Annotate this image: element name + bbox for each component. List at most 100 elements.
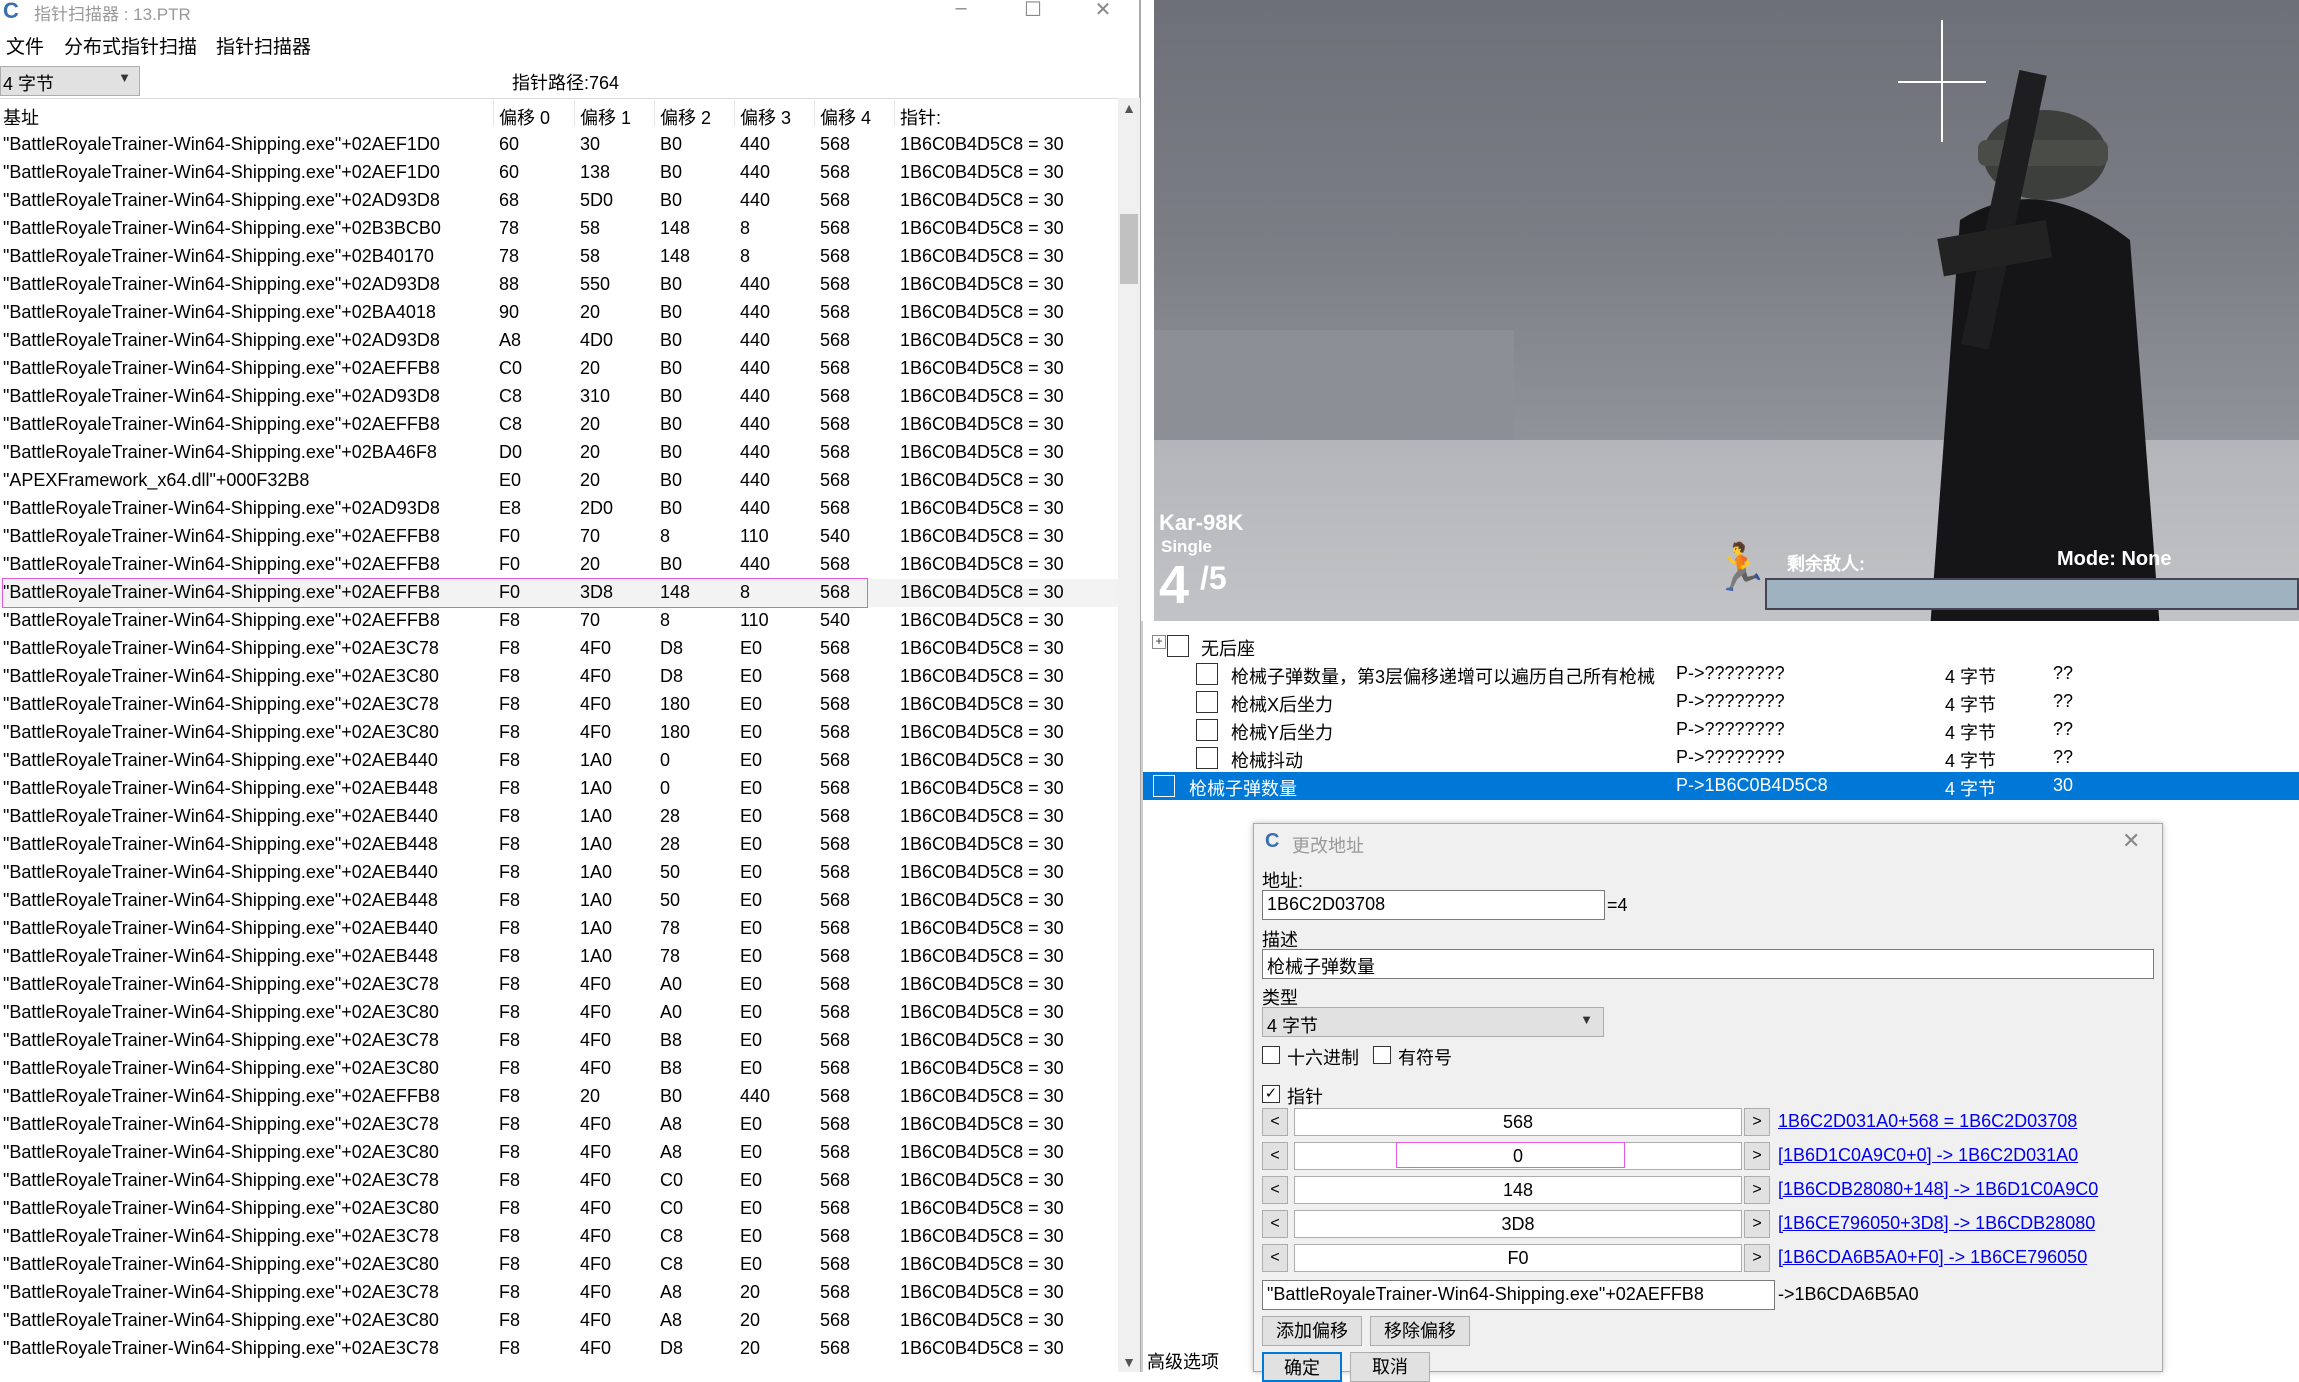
table-row[interactable]: "BattleRoyaleTrainer-Win64-Shipping.exe"… — [0, 1139, 1122, 1167]
table-row[interactable]: "BattleRoyaleTrainer-Win64-Shipping.exe"… — [0, 1083, 1122, 1111]
type-select[interactable]: 4 字节 ▼ — [1262, 1007, 1604, 1037]
entry-checkbox[interactable] — [1153, 775, 1175, 797]
table-row[interactable]: "BattleRoyaleTrainer-Win64-Shipping.exe"… — [0, 1307, 1122, 1335]
add-offset-button[interactable]: 添加偏移 — [1262, 1316, 1362, 1346]
offset-decrease-button[interactable]: < — [1262, 1142, 1288, 1170]
menu-file[interactable]: 文件 — [6, 32, 44, 59]
table-row[interactable]: "BattleRoyaleTrainer-Win64-Shipping.exe"… — [0, 383, 1122, 411]
table-row[interactable]: "BattleRoyaleTrainer-Win64-Shipping.exe"… — [0, 187, 1122, 215]
scrollbar-thumb[interactable] — [1120, 214, 1138, 284]
expand-plus-icon[interactable]: + — [1152, 635, 1166, 649]
menu-distributed-scan[interactable]: 分布式指针扫描 — [64, 32, 197, 59]
table-row[interactable]: "BattleRoyaleTrainer-Win64-Shipping.exe"… — [0, 355, 1122, 383]
offset-resolve-link[interactable]: [1B6D1C0A9C0+0] -> 1B6C2D031A0 — [1778, 1145, 2078, 1166]
offset-resolve-link[interactable]: [1B6CE796050+3D8] -> 1B6CDB28080 — [1778, 1213, 2095, 1234]
column-header[interactable]: 偏移 3 — [740, 104, 791, 130]
cheat-table-row[interactable]: 枪械子弹数量，第3层偏移递增可以遍历自己所有枪械 P->???????? 4 字… — [1143, 660, 2299, 688]
entry-checkbox[interactable] — [1196, 719, 1218, 741]
table-row[interactable]: "BattleRoyaleTrainer-Win64-Shipping.exe"… — [0, 1223, 1122, 1251]
table-row[interactable]: "BattleRoyaleTrainer-Win64-Shipping.exe"… — [0, 859, 1122, 887]
minimize-icon[interactable]: – — [946, 0, 976, 20]
table-row[interactable]: "BattleRoyaleTrainer-Win64-Shipping.exe"… — [0, 887, 1122, 915]
column-header[interactable]: 偏移 2 — [660, 104, 711, 130]
entry-checkbox[interactable] — [1196, 747, 1218, 769]
table-row[interactable]: "BattleRoyaleTrainer-Win64-Shipping.exe"… — [0, 215, 1122, 243]
offset-increase-button[interactable]: > — [1744, 1176, 1770, 1204]
offset-decrease-button[interactable]: < — [1262, 1176, 1288, 1204]
table-row[interactable]: "BattleRoyaleTrainer-Win64-Shipping.exe"… — [0, 523, 1122, 551]
entry-checkbox[interactable] — [1196, 663, 1218, 685]
table-row[interactable]: "BattleRoyaleTrainer-Win64-Shipping.exe"… — [0, 1055, 1122, 1083]
table-row[interactable]: "BattleRoyaleTrainer-Win64-Shipping.exe"… — [0, 299, 1122, 327]
offset-increase-button[interactable]: > — [1744, 1108, 1770, 1136]
offset-resolve-link[interactable]: 1B6C2D031A0+568 = 1B6C2D03708 — [1778, 1111, 2077, 1132]
close-icon[interactable]: ✕ — [2122, 828, 2140, 854]
table-row[interactable]: "BattleRoyaleTrainer-Win64-Shipping.exe"… — [0, 1251, 1122, 1279]
offset-input[interactable]: 148 — [1294, 1176, 1742, 1204]
offset-increase-button[interactable]: > — [1744, 1142, 1770, 1170]
group-checkbox[interactable] — [1167, 635, 1189, 657]
column-header[interactable]: 偏移 1 — [580, 104, 631, 130]
pointer-checkbox[interactable]: ✓ — [1262, 1085, 1280, 1103]
table-row[interactable]: "BattleRoyaleTrainer-Win64-Shipping.exe"… — [0, 691, 1122, 719]
table-row[interactable]: "BattleRoyaleTrainer-Win64-Shipping.exe"… — [0, 1111, 1122, 1139]
close-icon[interactable]: ✕ — [1088, 0, 1118, 22]
table-row[interactable]: "BattleRoyaleTrainer-Win64-Shipping.exe"… — [0, 775, 1122, 803]
description-input[interactable]: 枪械子弹数量 — [1262, 949, 2154, 979]
offset-increase-button[interactable]: > — [1744, 1244, 1770, 1272]
offset-decrease-button[interactable]: < — [1262, 1210, 1288, 1238]
offset-input[interactable]: 3D8 — [1294, 1210, 1742, 1238]
value-type-select[interactable]: 4 字节 ▼ — [0, 66, 140, 96]
table-row[interactable]: "BattleRoyaleTrainer-Win64-Shipping.exe"… — [0, 1167, 1122, 1195]
table-row[interactable]: "BattleRoyaleTrainer-Win64-Shipping.exe"… — [0, 1027, 1122, 1055]
table-row[interactable]: "BattleRoyaleTrainer-Win64-Shipping.exe"… — [0, 719, 1122, 747]
table-row[interactable]: "BattleRoyaleTrainer-Win64-Shipping.exe"… — [0, 971, 1122, 999]
table-row[interactable]: "BattleRoyaleTrainer-Win64-Shipping.exe"… — [0, 635, 1122, 663]
table-row[interactable]: "BattleRoyaleTrainer-Win64-Shipping.exe"… — [0, 327, 1122, 355]
table-row[interactable]: "BattleRoyaleTrainer-Win64-Shipping.exe"… — [0, 551, 1122, 579]
table-row[interactable]: "BattleRoyaleTrainer-Win64-Shipping.exe"… — [0, 411, 1122, 439]
table-row[interactable]: "BattleRoyaleTrainer-Win64-Shipping.exe"… — [0, 999, 1122, 1027]
table-row[interactable]: "BattleRoyaleTrainer-Win64-Shipping.exe"… — [0, 747, 1122, 775]
table-row[interactable]: "BattleRoyaleTrainer-Win64-Shipping.exe"… — [0, 915, 1122, 943]
remove-offset-button[interactable]: 移除偏移 — [1370, 1316, 1470, 1346]
ok-button[interactable]: 确定 — [1262, 1352, 1342, 1382]
column-header[interactable]: 偏移 0 — [499, 104, 550, 130]
menu-pointer-scanner[interactable]: 指针扫描器 — [216, 32, 311, 59]
maximize-icon[interactable]: ☐ — [1018, 0, 1048, 22]
scroll-up-icon[interactable]: ▲ — [1118, 100, 1140, 116]
table-row[interactable]: "BattleRoyaleTrainer-Win64-Shipping.exe"… — [0, 803, 1122, 831]
address-input[interactable]: 1B6C2D03708 — [1262, 890, 1605, 920]
offset-increase-button[interactable]: > — [1744, 1210, 1770, 1238]
table-row[interactable]: "BattleRoyaleTrainer-Win64-Shipping.exe"… — [0, 1195, 1122, 1223]
offset-resolve-link[interactable]: [1B6CDA6B5A0+F0] -> 1B6CE796050 — [1778, 1247, 2087, 1268]
table-row[interactable]: "APEXFramework_x64.dll"+000F32B8 E0 20 B0 44… — [0, 467, 1122, 495]
table-row[interactable]: "BattleRoyaleTrainer-Win64-Shipping.exe"… — [0, 663, 1122, 691]
table-row[interactable]: "BattleRoyaleTrainer-Win64-Shipping.exe"… — [0, 271, 1122, 299]
table-row[interactable]: "BattleRoyaleTrainer-Win64-Shipping.exe"… — [0, 439, 1122, 467]
cheat-table-group-row[interactable]: + 无后座 — [1143, 632, 2299, 660]
table-row[interactable]: "BattleRoyaleTrainer-Win64-Shipping.exe"… — [0, 1279, 1122, 1307]
advanced-options-label[interactable]: 高级选项 — [1147, 1348, 1219, 1374]
offset-decrease-button[interactable]: < — [1262, 1244, 1288, 1272]
offset-input[interactable]: 568 — [1294, 1108, 1742, 1136]
entry-checkbox[interactable] — [1196, 691, 1218, 713]
table-row[interactable]: "BattleRoyaleTrainer-Win64-Shipping.exe"… — [0, 1335, 1122, 1363]
cheat-table-row[interactable]: 枪械抖动 P->???????? 4 字节 ?? — [1143, 744, 2299, 772]
table-row[interactable]: "BattleRoyaleTrainer-Win64-Shipping.exe"… — [0, 131, 1122, 159]
signed-checkbox[interactable] — [1373, 1046, 1391, 1064]
table-row[interactable]: "BattleRoyaleTrainer-Win64-Shipping.exe"… — [0, 831, 1122, 859]
offset-input[interactable]: F0 — [1294, 1244, 1742, 1272]
column-header[interactable]: 偏移 4 — [820, 104, 871, 130]
offset-resolve-link[interactable]: [1B6CDB28080+148] -> 1B6D1C0A9C0 — [1778, 1179, 2098, 1200]
base-address-input[interactable]: "BattleRoyaleTrainer-Win64-Shipping.exe"… — [1262, 1280, 1775, 1310]
column-header[interactable]: 基址 — [3, 104, 39, 130]
table-row[interactable]: "BattleRoyaleTrainer-Win64-Shipping.exe"… — [0, 607, 1122, 635]
cheat-table-row[interactable]: 枪械X后坐力 P->???????? 4 字节 ?? — [1143, 688, 2299, 716]
offset-decrease-button[interactable]: < — [1262, 1108, 1288, 1136]
table-row[interactable]: "BattleRoyaleTrainer-Win64-Shipping.exe"… — [0, 943, 1122, 971]
results-scrollbar[interactable]: ▲ ▼ — [1118, 98, 1140, 1372]
table-row[interactable]: "BattleRoyaleTrainer-Win64-Shipping.exe"… — [0, 243, 1122, 271]
column-header[interactable]: 指针: — [900, 104, 941, 130]
cancel-button[interactable]: 取消 — [1350, 1352, 1430, 1382]
